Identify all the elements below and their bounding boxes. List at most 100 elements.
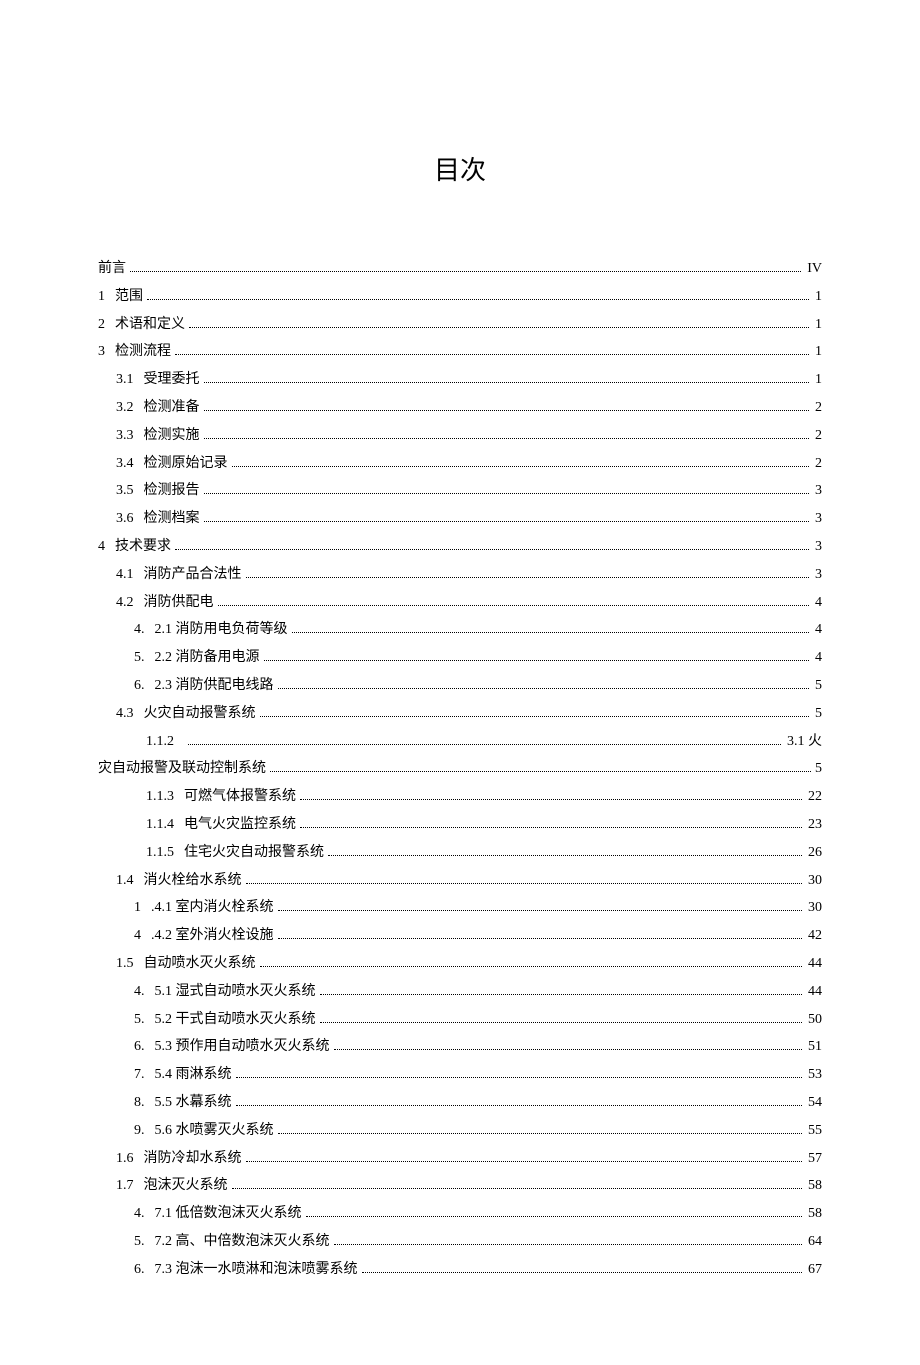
toc-entry-label: 检测报告 <box>144 479 200 503</box>
toc-dot-leader <box>188 744 781 745</box>
toc-entry-page: 5 <box>815 757 822 781</box>
toc-dot-leader <box>236 1077 803 1078</box>
toc-dot-leader <box>130 271 801 272</box>
toc-entry: 1.6消防冷却水系统57 <box>116 1147 822 1171</box>
toc-dot-leader <box>147 299 809 300</box>
toc-entry-number: 4.3 <box>116 702 134 726</box>
toc-entry: 1.1.4电气火灾监控系统23 <box>146 813 822 837</box>
toc-entry: 1.1.5住宅火灾自动报警系统26 <box>146 841 822 865</box>
toc-entry-number: 5. <box>134 1230 145 1254</box>
toc-entry: 4.3火灾自动报警系统5 <box>116 702 822 726</box>
toc-entry-page: 67 <box>808 1258 822 1282</box>
toc-entry-page: 50 <box>808 1008 822 1032</box>
toc-entry-label: 检测准备 <box>144 396 200 420</box>
toc-entry-page: 5 <box>815 702 822 726</box>
toc-dot-leader <box>232 466 810 467</box>
toc-entry: 1范围1 <box>98 285 822 309</box>
toc-entry-page: 4 <box>815 646 822 670</box>
toc-entry-page: 1 <box>815 368 822 392</box>
toc-dot-leader <box>278 1133 803 1134</box>
toc-dot-leader <box>292 632 810 633</box>
toc-entry-label: 5.4 雨淋系统 <box>155 1063 232 1087</box>
toc-entry-page: 51 <box>808 1035 822 1059</box>
toc-entry-page: 44 <box>808 980 822 1004</box>
toc-entry-label: 前言 <box>98 257 126 281</box>
toc-entry: 6.2.3 消防供配电线路5 <box>134 674 822 698</box>
toc-entry-number: 4 <box>134 924 141 948</box>
toc-entry: 6.5.3 预作用自动喷水灭火系统51 <box>134 1035 822 1059</box>
toc-entry-page: 2 <box>815 452 822 476</box>
toc-dot-leader <box>278 688 810 689</box>
toc-entry: 1.7泡沫灭火系统58 <box>116 1174 822 1198</box>
toc-dot-leader <box>175 354 809 355</box>
toc-entry: 3.4检测原始记录2 <box>116 452 822 476</box>
toc-entry-number: 3.1 <box>116 368 134 392</box>
toc-entry-wrapped-line1: 1.1.2 3.1 火 <box>146 730 822 754</box>
toc-entry-page: 64 <box>808 1230 822 1254</box>
toc-entry-label: 5.1 湿式自动喷水灭火系统 <box>155 980 316 1004</box>
toc-entry-number: 1.1.3 <box>146 785 174 809</box>
toc-entry-label: 泡沫灭火系统 <box>144 1174 228 1198</box>
toc-entry: 4.1消防产品合法性3 <box>116 563 822 587</box>
toc-entry-page: 4 <box>815 591 822 615</box>
toc-dot-leader <box>232 1188 803 1189</box>
toc-entry-number: 1 <box>134 896 141 920</box>
toc-entry-label: 自动喷水灭火系统 <box>144 952 256 976</box>
toc-entry-label: 技术要求 <box>115 535 171 559</box>
toc-entry-number: 6. <box>134 1258 145 1282</box>
toc-entry-page: 57 <box>808 1147 822 1171</box>
toc-entry-page: 55 <box>808 1119 822 1143</box>
toc-entry-page: 22 <box>808 785 822 809</box>
toc-entry-page: 54 <box>808 1091 822 1115</box>
toc-entry-number: 1.1.2 <box>146 730 174 754</box>
toc-entry-page: 26 <box>808 841 822 865</box>
toc-entry-number: 6. <box>134 674 145 698</box>
toc-entry: 8.5.5 水幕系统54 <box>134 1091 822 1115</box>
toc-entry-number: 4 <box>98 535 105 559</box>
toc-entry-number: 8. <box>134 1091 145 1115</box>
toc-entry: 前言 IV <box>98 257 822 281</box>
toc-entry-page: 23 <box>808 813 822 837</box>
toc-entry: 9.5.6 水喷雾灭火系统55 <box>134 1119 822 1143</box>
toc-entry: 5. 5.2 干式自动喷水灭火系统 50 <box>134 1008 822 1032</box>
toc-entry-page: IV <box>807 257 822 281</box>
toc-entry-label: 5.6 水喷雾灭火系统 <box>155 1119 274 1143</box>
toc-entry: 1.5自动喷水灭火系统44 <box>116 952 822 976</box>
toc-dot-leader <box>278 910 803 911</box>
toc-entry-label: .4.1 室内消火栓系统 <box>151 896 274 920</box>
toc-entry-number: 1.5 <box>116 952 134 976</box>
toc-entry-label: 消防供配电 <box>144 591 214 615</box>
toc-entry-page: 3 <box>815 563 822 587</box>
toc-entry: 1.4消火栓给水系统30 <box>116 869 822 893</box>
toc-dot-leader <box>204 493 810 494</box>
toc-entry: 5.2.2 消防备用电源4 <box>134 646 822 670</box>
toc-dot-leader <box>189 327 809 328</box>
toc-entry: 4.4.2 室外消火栓设施42 <box>134 924 822 948</box>
toc-entry-label: 5.3 预作用自动喷水灭火系统 <box>155 1035 330 1059</box>
toc-dot-leader <box>334 1049 803 1050</box>
toc-entry-page: 1 <box>815 285 822 309</box>
toc-entry-label: 受理委托 <box>144 368 200 392</box>
toc-entry-number: 3 <box>98 340 105 364</box>
toc-dot-leader <box>236 1105 803 1106</box>
toc-entry: 1.1.3可燃气体报警系统22 <box>146 785 822 809</box>
toc-entry-label: 消防产品合法性 <box>144 563 242 587</box>
toc-entry-number: 5. <box>134 1008 145 1032</box>
toc-entry-number: 1.4 <box>116 869 134 893</box>
toc-entry-number: 3.6 <box>116 507 134 531</box>
toc-dot-leader <box>300 827 802 828</box>
toc-entry-label: 7.3 泡沫一水喷淋和泡沫喷雾系统 <box>155 1258 358 1282</box>
toc-list: 1.1.3可燃气体报警系统22 1.1.4电气火灾监控系统23 1.1.5住宅火灾自… <box>98 785 822 1281</box>
toc-entry-number: 3.4 <box>116 452 134 476</box>
toc-entry-label: 检测档案 <box>144 507 200 531</box>
toc-entry-number: 1.1.4 <box>146 813 174 837</box>
toc-entry-number: 3.5 <box>116 479 134 503</box>
toc-dot-leader <box>246 577 810 578</box>
toc-entry-number: 4. <box>134 980 145 1004</box>
toc-entry-label: 5.2 干式自动喷水灭火系统 <box>155 1008 316 1032</box>
toc-entry-number: 1.1.5 <box>146 841 174 865</box>
toc-entry-label: 灾自动报警及联动控制系统 <box>98 757 266 781</box>
toc-dot-leader <box>334 1244 803 1245</box>
toc-entry-page: 3 <box>815 535 822 559</box>
toc-entry: 4. 5.1 湿式自动喷水灭火系统 44 <box>134 980 822 1004</box>
